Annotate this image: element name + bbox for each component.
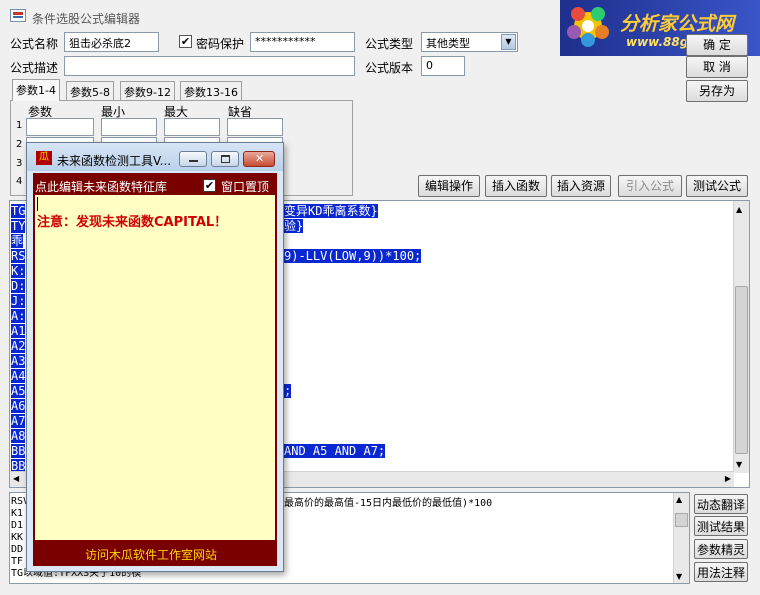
maximize-icon — [221, 155, 230, 163]
formula-desc-input[interactable] — [64, 56, 355, 76]
param-row-label: 3 — [16, 158, 23, 169]
editor-line-prefix: RS — [11, 249, 26, 263]
tab-params-9-12[interactable]: 参数9-12 — [120, 81, 175, 100]
edit-feature-library-link[interactable]: 点此编辑未来函数特征库 — [35, 178, 167, 195]
param-wizard-button[interactable]: 参数精灵 — [694, 539, 748, 559]
popup-title-bar[interactable]: 瓜 未来函数检测工具V... ✕ — [27, 143, 283, 171]
editor-line-prefix: A4 — [11, 369, 26, 383]
param-min-input[interactable] — [101, 118, 157, 136]
app-logo-icon: 瓜 — [36, 151, 52, 165]
app-icon — [10, 9, 26, 22]
editor-line-prefix: K: — [11, 264, 26, 278]
editor-line-prefix: J: — [11, 294, 26, 308]
scroll-right-icon[interactable]: ▶ — [725, 474, 731, 483]
formula-version-label: 公式版本 — [365, 61, 414, 75]
popup-body: 点此编辑未来函数特征库 ✔ 窗口置顶 注意：发现未来函数CAPITAL！ 访问木… — [33, 173, 277, 566]
editor-line-prefix: 乖 — [11, 234, 24, 248]
save-as-button[interactable]: 另存为 — [686, 80, 748, 102]
text-cursor — [37, 197, 38, 211]
logo-title: 分析家公式网 — [620, 13, 735, 35]
close-button[interactable]: ✕ — [243, 151, 275, 167]
editor-line: 变异KD乖离系数} — [284, 204, 378, 218]
test-formula-button[interactable]: 测试公式 — [686, 175, 748, 197]
formula-name-input[interactable]: 狙击必杀底2 — [64, 32, 159, 52]
password-label: 密码保护 — [196, 37, 245, 51]
dynamic-translate-button[interactable]: 动态翻译 — [694, 494, 748, 514]
scroll-left-icon[interactable]: ◀ — [13, 474, 19, 483]
formula-type-value: 其他类型 — [426, 37, 470, 50]
detection-message: 注意：发现未来函数CAPITAL！ — [37, 215, 228, 230]
scroll-down-icon[interactable]: ▼ — [736, 460, 742, 469]
password-checkbox[interactable]: ✔ — [179, 35, 192, 48]
param-row-label: 2 — [16, 139, 23, 150]
tab-params-1-4[interactable]: 参数1-4 — [12, 79, 60, 101]
editor-line-prefix: A3 — [11, 354, 26, 368]
formula-desc-label: 公式描述 — [10, 61, 59, 75]
editor-line-prefix: A8 — [11, 429, 26, 443]
editor-line-prefix: A5 — [11, 384, 26, 398]
future-function-detector-window: 瓜 未来函数检测工具V... ✕ 点此编辑未来函数特征库 ✔ 窗口置顶 注意：发… — [26, 142, 284, 572]
editor-left-column: TG TY 乖 RS K: D: J: A: A1 A2 A3 A4 A5 A6 A7 A8 BB BB — [11, 204, 26, 474]
test-result-button[interactable]: 测试结果 — [694, 516, 748, 536]
formula-type-label: 公式类型 — [365, 37, 414, 51]
detection-result-area: 注意：发现未来函数CAPITAL！ — [35, 195, 275, 540]
editor-line: 验} — [284, 219, 304, 233]
scroll-up-icon[interactable]: ▲ — [736, 205, 742, 214]
editor-line-prefix: TY — [11, 219, 26, 233]
close-icon: ✕ — [255, 152, 265, 165]
editor-line: ; — [284, 384, 292, 398]
formula-version-input[interactable]: 0 — [421, 56, 465, 76]
translation-right-text: 最高价的最高值-15日内最低价的最低值)*100 — [284, 498, 493, 509]
minimize-icon — [189, 160, 198, 162]
minimize-button[interactable] — [179, 151, 207, 167]
param-row-label: 4 — [16, 176, 23, 187]
pin-window-checkbox[interactable]: ✔ — [203, 179, 216, 192]
translation-scroll-thumb[interactable] — [675, 513, 688, 527]
window-title: 条件选股公式编辑器 — [32, 12, 141, 26]
tab-params-13-16[interactable]: 参数13-16 — [180, 81, 242, 100]
chevron-down-icon: ▼ — [501, 34, 516, 50]
scroll-down-icon[interactable]: ▼ — [676, 572, 682, 581]
cancel-button[interactable]: 取 消 — [686, 56, 748, 78]
editor-line-prefix: A6 — [11, 399, 26, 413]
import-formula-button[interactable]: 引入公式 — [618, 175, 682, 197]
edit-operation-button[interactable]: 编辑操作 — [418, 175, 480, 197]
translation-scrollbar[interactable]: ▲ ▼ — [673, 493, 689, 583]
param-max-input[interactable] — [164, 118, 220, 136]
param-default-input[interactable] — [227, 118, 283, 136]
editor-line-prefix: BB — [11, 444, 26, 458]
editor-line-prefix: A2 — [11, 339, 26, 353]
editor-line-prefix: A7 — [11, 414, 26, 428]
editor-line-prefix: D: — [11, 279, 26, 293]
editor-vertical-scrollbar[interactable]: ▲ ▼ — [733, 201, 749, 473]
usage-notes-button[interactable]: 用法注释 — [694, 562, 748, 582]
maximize-button[interactable] — [211, 151, 239, 167]
formula-name-label: 公式名称 — [10, 37, 59, 51]
password-input[interactable]: *********** — [250, 32, 355, 52]
tab-params-5-8[interactable]: 参数5-8 — [66, 81, 114, 100]
insert-function-button[interactable]: 插入函数 — [485, 175, 547, 197]
param-row-label: 1 — [16, 120, 23, 131]
editor-line: 9)-LLV(LOW,9))*100; — [284, 249, 422, 263]
popup-title: 未来函数检测工具V... — [57, 154, 172, 168]
scroll-up-icon[interactable]: ▲ — [676, 495, 682, 504]
ok-button[interactable]: 确 定 — [686, 34, 748, 56]
studio-website-link[interactable]: 访问木瓜软件工作室网站 — [85, 546, 217, 563]
editor-scroll-thumb[interactable] — [735, 286, 748, 454]
editor-line-prefix: TG — [11, 204, 26, 218]
editor-line: AND A5 AND A7; — [284, 444, 386, 458]
editor-line-prefix: A: — [11, 309, 26, 323]
param-name-input[interactable] — [26, 118, 94, 136]
editor-line-prefix: A1 — [11, 324, 26, 338]
pin-window-label: 窗口置顶 — [221, 180, 270, 194]
formula-type-select[interactable]: 其他类型 ▼ — [421, 32, 518, 52]
insert-resource-button[interactable]: 插入资源 — [551, 175, 611, 197]
